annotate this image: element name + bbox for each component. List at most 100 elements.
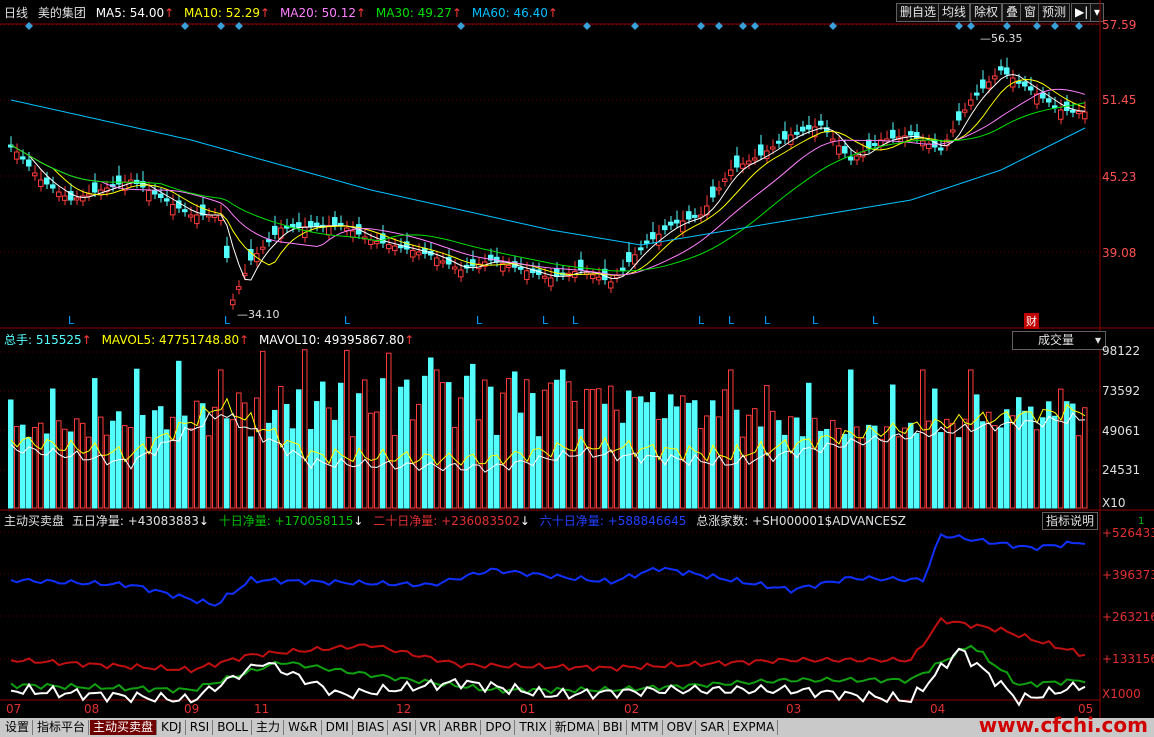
tab-11[interactable]: VR [417, 720, 441, 735]
tab-13[interactable]: DPO [482, 720, 516, 735]
price-axis-2: 45.23 [1102, 170, 1137, 184]
volume-bar [224, 418, 230, 509]
volume-bar [782, 434, 788, 509]
volume-bar [44, 433, 50, 509]
tab-5[interactable]: BOLL [214, 720, 253, 735]
advance-count: 总涨家数: +SH000001$ADVANCESZ [696, 514, 906, 528]
tab-3[interactable]: KDJ [158, 720, 186, 735]
candle-body [752, 157, 758, 161]
tab-4[interactable]: RSI [187, 720, 214, 735]
volume-bar [650, 392, 656, 509]
diamond-marker [217, 22, 225, 30]
candle-body [38, 179, 44, 187]
candle-body [650, 232, 656, 240]
volume-bar [722, 389, 728, 509]
volume-bar [656, 418, 662, 509]
volume-bar [338, 382, 344, 509]
volume-bar [788, 416, 794, 509]
volume-select[interactable]: 成交量 ▾ [1012, 331, 1106, 350]
tab-16[interactable]: BBI [600, 720, 627, 735]
volume-bar [398, 386, 404, 509]
volume-bar [20, 424, 26, 509]
volume-bar [806, 382, 812, 509]
candle-body [1046, 98, 1052, 103]
diamond-marker [1051, 22, 1059, 30]
volume-bar [8, 399, 14, 509]
volume-bar [320, 381, 326, 509]
volume-bar [728, 369, 734, 509]
tab-14[interactable]: TRIX [516, 720, 551, 735]
tab-18[interactable]: OBV [664, 720, 697, 735]
volume-bar [920, 369, 926, 509]
candle-body [56, 191, 62, 198]
candle-body [296, 222, 302, 228]
diamond-marker [1033, 22, 1041, 30]
candle-body [32, 172, 38, 177]
diamond-marker [697, 22, 705, 30]
volume-bar [434, 369, 440, 509]
financial-report-badge[interactable]: 财 [1024, 313, 1039, 329]
tab-9[interactable]: BIAS [354, 720, 389, 735]
tab-10[interactable]: ASI [389, 720, 416, 735]
tab-7[interactable]: W&R [285, 720, 322, 735]
volume-bar [488, 386, 494, 509]
diamond-marker [715, 22, 723, 30]
diamond-marker [967, 22, 975, 30]
tab-1[interactable]: 指标平台 [34, 720, 90, 735]
candle-body [392, 245, 398, 251]
diamond-marker [739, 22, 747, 30]
candle-body [368, 239, 374, 245]
low-marker: L [476, 314, 483, 327]
volume-bar [566, 381, 572, 509]
tab-0[interactable]: 设置 [2, 720, 34, 735]
tab-12[interactable]: ARBR [441, 720, 482, 735]
volume-axis-3: 24531 [1102, 463, 1141, 477]
volume-bar [302, 349, 308, 509]
volume-bar [764, 385, 770, 509]
candle-body [44, 177, 50, 185]
volume-bar [638, 396, 644, 509]
volume-bar [272, 409, 278, 509]
candle-body [1022, 81, 1028, 87]
volume-bar [548, 382, 554, 509]
candle-body [260, 246, 266, 250]
volume-bar [524, 379, 530, 509]
tab-19[interactable]: SAR [697, 720, 729, 735]
tab-17[interactable]: MTM [628, 720, 663, 735]
candle-body [974, 92, 980, 96]
candle-body [746, 160, 752, 165]
candle-body [1076, 111, 1082, 115]
tab-6[interactable]: 主力 [253, 720, 285, 735]
tab-15[interactable]: 新DMA [552, 720, 599, 735]
volume-bar [182, 415, 188, 509]
indicator-help-button[interactable]: 指标说明 [1042, 512, 1099, 530]
low-marker: L [542, 314, 549, 327]
volume-bar [176, 360, 182, 509]
candle-body [86, 193, 92, 197]
candle-body [956, 111, 962, 121]
candle-body [452, 266, 458, 270]
tab-8[interactable]: DMI [323, 720, 353, 735]
date-tick: 02 [624, 702, 640, 716]
low-marker: L [764, 314, 771, 327]
volume-bar [1028, 406, 1034, 509]
volume-bar [776, 420, 782, 509]
net-20day-line [10, 616, 1086, 674]
candle-body [848, 156, 854, 161]
volume-bar [290, 428, 296, 509]
volume-bar [440, 382, 446, 509]
volume-bar [974, 394, 980, 509]
volume-bar [428, 357, 434, 509]
candle-body [800, 126, 806, 132]
volume-bar [698, 428, 704, 509]
candle-body [1070, 109, 1076, 113]
mavol10-legend: MAVOL10: 49395867.80 [259, 333, 405, 347]
tab-20[interactable]: EXPMA [730, 720, 779, 735]
indicator-header: 主动买卖盘 五日净量: +43083883↓ 十日净量: +170058115↓… [4, 514, 906, 528]
kline-chart[interactable]: L L L L L L L L L L L —56.35 —34.10 [0, 0, 1154, 718]
tab-2[interactable]: 主动买卖盘 [90, 720, 158, 735]
candle-body [620, 267, 626, 271]
volume-bar [188, 428, 194, 509]
candle-body [92, 182, 98, 193]
candle-body [518, 266, 524, 270]
